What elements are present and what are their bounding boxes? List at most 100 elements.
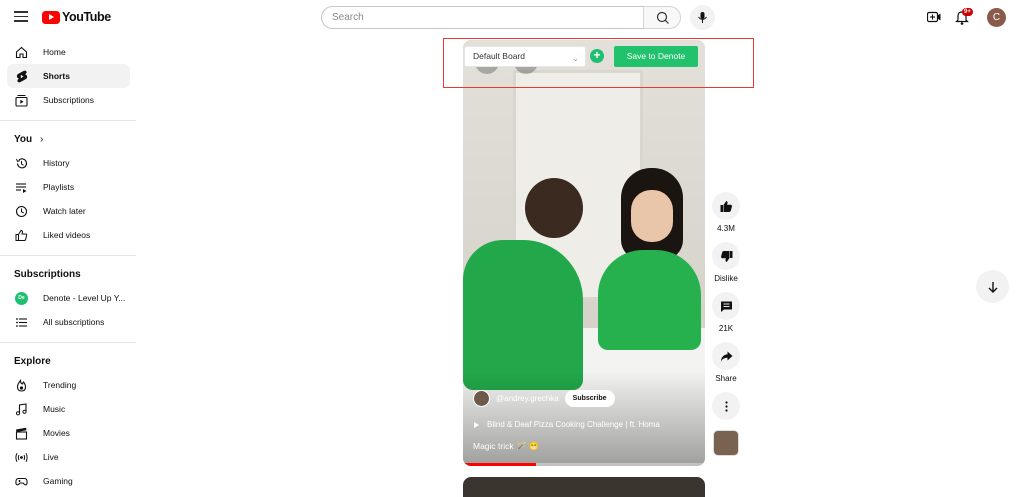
like-count: 4.3M xyxy=(717,224,735,233)
video-title: Magic trick 🪄 😁 xyxy=(473,441,540,451)
song-title: Blind & Deaf Pizza Cooking Challenge | f… xyxy=(487,420,660,429)
sidebar: Home Shorts Subscriptions You › History … xyxy=(0,36,136,493)
sidebar-item-subscriptions[interactable]: Subscriptions xyxy=(7,88,130,112)
sidebar-item-music[interactable]: Music xyxy=(7,397,130,421)
notification-badge: 9+ xyxy=(962,8,973,16)
subscriptions-icon xyxy=(15,94,28,107)
sidebar-item-watch-later[interactable]: Watch later xyxy=(7,199,130,223)
subscriptions-heading: Subscriptions xyxy=(14,269,81,280)
thumbs-up-icon xyxy=(15,229,28,241)
voice-search-button[interactable] xyxy=(690,5,715,30)
search-button[interactable] xyxy=(643,6,681,29)
share-icon xyxy=(720,351,732,361)
channel-name[interactable]: @andrey.grechka xyxy=(496,394,559,403)
shorts-actions: 4.3M Dislike 21K Share xyxy=(711,192,741,456)
create-video-icon[interactable] xyxy=(927,8,941,26)
video-frame-boy xyxy=(463,240,583,390)
sidebar-item-label: Home xyxy=(43,47,66,57)
comment-icon xyxy=(720,301,732,312)
denote-channel-icon: De xyxy=(15,291,28,305)
logo-text: YouTube xyxy=(62,10,111,24)
microphone-icon xyxy=(698,12,707,23)
board-select[interactable]: Default Board ⌄ xyxy=(464,46,586,67)
youtube-logo[interactable]: YouTube xyxy=(42,10,111,24)
sidebar-item-label: Music xyxy=(43,404,66,414)
sidebar-item-all-subscriptions[interactable]: All subscriptions xyxy=(7,310,130,334)
sidebar-divider xyxy=(0,120,136,121)
sidebar-item-playlists[interactable]: Playlists xyxy=(7,175,130,199)
history-icon xyxy=(16,157,28,168)
top-bar: YouTube Search 9+ C xyxy=(0,0,1024,34)
shorts-video-player[interactable]: @andrey.grechka Subscribe Blind & Deaf P… xyxy=(463,40,705,466)
chevron-right-icon: › xyxy=(39,134,44,145)
playlists-icon xyxy=(16,182,27,193)
sidebar-divider xyxy=(0,255,136,256)
more-options-button[interactable] xyxy=(712,392,740,420)
sidebar-item-label: History xyxy=(43,158,70,168)
sidebar-item-live[interactable]: Live xyxy=(7,445,130,469)
explore-heading: Explore xyxy=(14,356,51,367)
board-select-value: Default Board xyxy=(473,51,525,61)
arrow-down-icon xyxy=(988,281,997,293)
sidebar-item-movies[interactable]: Movies xyxy=(7,421,130,445)
sidebar-item-label: Liked videos xyxy=(43,230,91,240)
search-icon xyxy=(656,11,669,24)
sidebar-item-label: Live xyxy=(43,452,59,462)
comments-button[interactable] xyxy=(712,292,740,320)
sidebar-item-trending[interactable]: Trending xyxy=(7,373,130,397)
music-icon xyxy=(15,402,27,415)
sidebar-item-label: Shorts xyxy=(43,71,70,81)
dislike-label: Dislike xyxy=(714,274,738,283)
sidebar-item-gaming[interactable]: Gaming xyxy=(7,469,130,493)
thumbs-down-icon xyxy=(720,250,732,262)
sidebar-item-label: Movies xyxy=(43,428,70,438)
sidebar-item-history[interactable]: History xyxy=(7,151,130,175)
sidebar-item-shorts[interactable]: Shorts xyxy=(7,64,130,88)
sidebar-item-label: Gaming xyxy=(43,476,73,486)
you-heading[interactable]: You › xyxy=(14,129,136,151)
sidebar-item-label: Playlists xyxy=(43,182,75,192)
song-link[interactable]: Blind & Deaf Pizza Cooking Challenge | f… xyxy=(474,420,660,429)
save-to-denote-button[interactable]: Save to Denote xyxy=(614,46,698,67)
video-progress-fill xyxy=(463,463,536,466)
dislike-button[interactable] xyxy=(712,242,740,270)
avatar[interactable]: C xyxy=(987,8,1006,27)
video-frame-girl-face xyxy=(631,190,673,242)
play-icon xyxy=(474,421,479,428)
share-label: Share xyxy=(715,374,737,383)
video-frame-boy-hair xyxy=(525,178,583,238)
next-short-preview[interactable] xyxy=(463,477,705,497)
menu-icon[interactable] xyxy=(14,11,28,22)
subscribe-button[interactable]: Subscribe xyxy=(564,390,615,407)
plus-icon: + xyxy=(593,48,601,62)
sidebar-item-label: Watch later xyxy=(43,206,86,216)
home-icon xyxy=(15,46,28,58)
channel-avatar[interactable] xyxy=(473,390,490,407)
sidebar-item-label: Denote - Level Up Y... xyxy=(43,293,126,303)
thumbs-up-icon xyxy=(720,200,732,212)
clock-icon xyxy=(15,205,28,217)
sidebar-item-liked-videos[interactable]: Liked videos xyxy=(7,223,130,247)
sound-thumbnail[interactable] xyxy=(713,430,739,456)
youtube-play-logo-icon xyxy=(42,10,60,24)
live-icon xyxy=(15,452,28,462)
next-short-button[interactable] xyxy=(976,270,1009,303)
sidebar-item-home[interactable]: Home xyxy=(7,40,130,64)
shorts-icon xyxy=(16,70,28,82)
more-vertical-icon xyxy=(724,400,728,412)
search-input[interactable]: Search xyxy=(321,6,644,29)
channel-row: @andrey.grechka Subscribe xyxy=(473,390,615,407)
sidebar-divider xyxy=(0,342,136,343)
like-button[interactable] xyxy=(712,192,740,220)
add-board-button[interactable]: + xyxy=(590,49,604,63)
list-icon xyxy=(16,317,27,327)
fire-icon xyxy=(16,378,27,392)
sidebar-item-label: All subscriptions xyxy=(43,317,105,327)
clapperboard-icon xyxy=(15,427,28,440)
sidebar-item-label: Trending xyxy=(43,380,77,390)
chevron-down-icon: ⌄ xyxy=(572,54,579,63)
sidebar-item-label: Subscriptions xyxy=(43,95,95,105)
share-button[interactable] xyxy=(712,342,740,370)
video-progress-bar[interactable] xyxy=(463,463,705,466)
sidebar-item-denote-channel[interactable]: De Denote - Level Up Y... xyxy=(7,286,130,310)
